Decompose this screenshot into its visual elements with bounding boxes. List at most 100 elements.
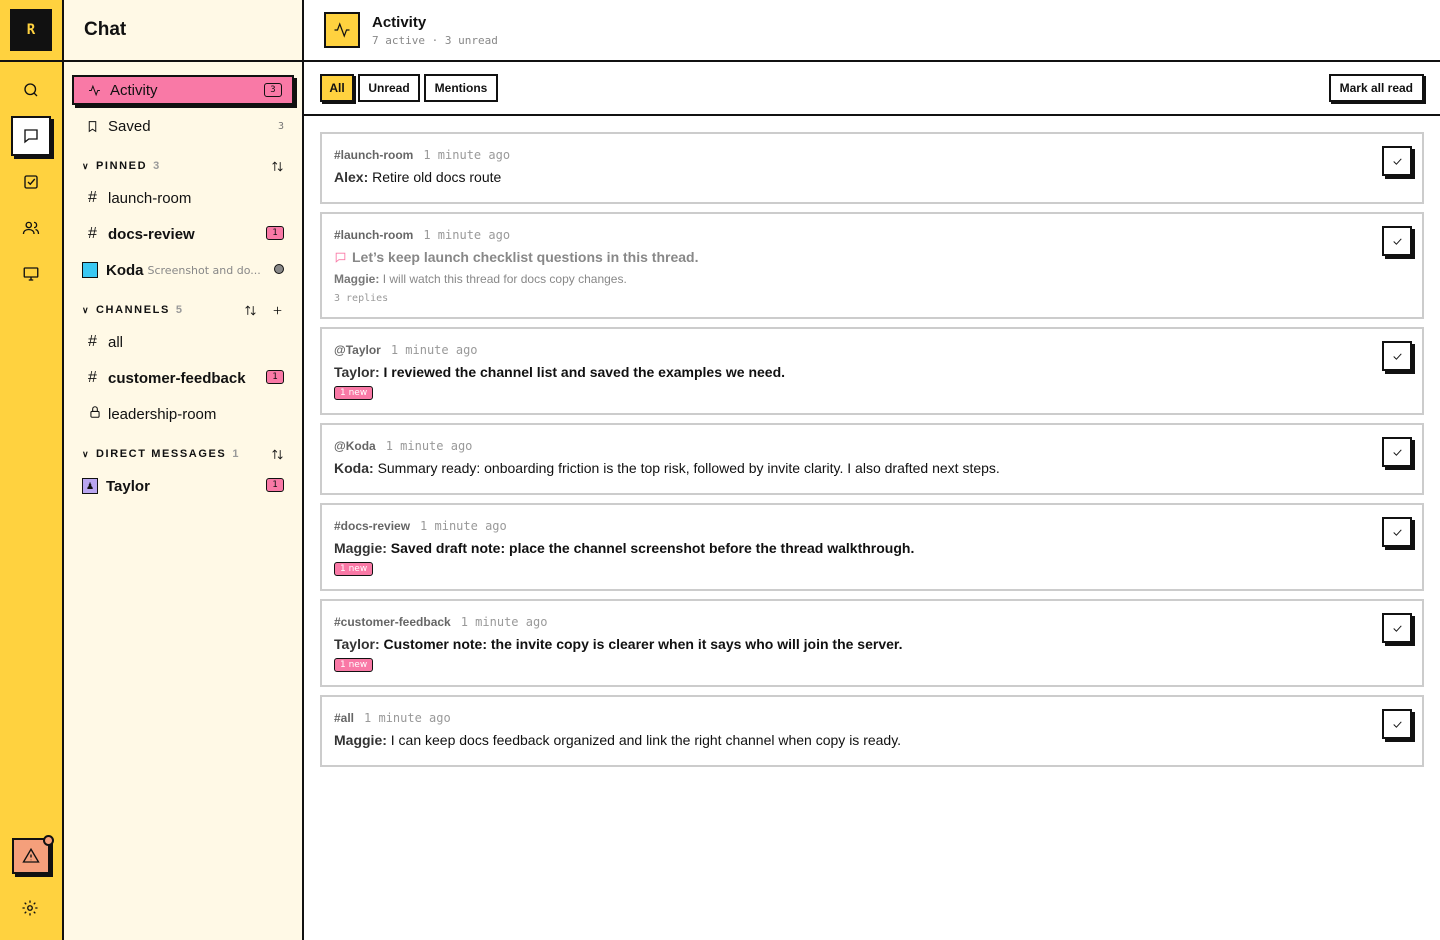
card-source[interactable]: #launch-room <box>334 148 413 162</box>
card-time: 1 minute ago <box>364 711 451 725</box>
check-icon <box>1392 528 1402 536</box>
page-header: Activity 7 active · 3 unread <box>304 0 1440 62</box>
card-time: 1 minute ago <box>460 615 548 629</box>
mark-read-button[interactable] <box>1382 517 1412 547</box>
sidebar-item-koda[interactable]: Koda Screenshot and do... <box>72 255 294 285</box>
sidebar-item-taylor[interactable]: ♟ Taylor 1 <box>72 471 294 501</box>
thread-icon <box>335 252 346 263</box>
sidebar-item-launch-room[interactable]: # launch-room <box>72 183 294 213</box>
reply-count[interactable]: 3 replies <box>334 293 388 304</box>
sidebar-item-label: customer-feedback <box>108 369 246 387</box>
channels-section-header[interactable]: ∨ CHANNELS 5 <box>82 300 294 320</box>
card-source[interactable]: #docs-review <box>334 519 410 533</box>
hash-icon: # <box>88 369 97 386</box>
page-subtitle: 7 active · 3 unread <box>372 33 498 47</box>
chat-sidebar: Chat Activity 3 Saved 3 ∨ PINNED 3 # lau… <box>64 0 304 940</box>
dm-preview: Screenshot and do... <box>147 263 261 277</box>
mark-read-button[interactable] <box>1382 613 1412 643</box>
card-text: Customer note: the invite copy is cleare… <box>383 636 903 652</box>
card-source[interactable]: #all <box>334 711 354 725</box>
card-text: Retire old docs route <box>372 169 502 185</box>
reply-author: Maggie: <box>334 272 380 286</box>
unread-badge: 1 <box>266 370 284 384</box>
lock-icon <box>86 405 108 424</box>
card-source[interactable]: @Koda <box>334 439 376 453</box>
sidebar-item-all[interactable]: # all <box>72 327 294 357</box>
unread-badge: 1 <box>266 226 284 240</box>
card-time: 1 minute ago <box>385 439 473 453</box>
avatar: ♟ <box>82 478 98 494</box>
card-author: Maggie: <box>334 540 387 556</box>
mark-read-button[interactable] <box>1382 437 1412 467</box>
section-label: PINNED <box>96 160 148 172</box>
activity-card[interactable]: #launch-room 1 minute ago Let’s keep lau… <box>320 212 1424 319</box>
dm-section-header[interactable]: ∨ DIRECT MESSAGES 1 <box>82 444 294 464</box>
card-source[interactable]: #customer-feedback <box>334 615 451 629</box>
card-source[interactable]: @Taylor <box>334 343 381 357</box>
chat-icon[interactable] <box>11 116 51 156</box>
check-icon <box>1392 157 1402 165</box>
chevron-down-icon: ∨ <box>82 448 91 459</box>
card-source[interactable]: #launch-room <box>334 228 413 242</box>
card-author: Taylor: <box>334 636 380 652</box>
gear-icon[interactable] <box>21 899 41 919</box>
mark-all-read-button[interactable]: Mark all read <box>1328 74 1424 102</box>
activity-panel: Activity 7 active · 3 unread All Unread … <box>304 0 1440 940</box>
activity-card[interactable]: @Taylor 1 minute ago Taylor: I reviewed … <box>320 327 1424 415</box>
sidebar-item-customer-feedback[interactable]: # customer-feedback 1 <box>72 363 294 393</box>
activity-card[interactable]: #docs-review 1 minute ago Maggie: Saved … <box>320 503 1424 591</box>
sidebar-item-leadership-room[interactable]: leadership-room <box>72 399 294 429</box>
card-text: Saved draft note: place the channel scre… <box>390 540 915 556</box>
activity-card[interactable]: #launch-room 1 minute ago Alex: Retire o… <box>320 132 1424 204</box>
sidebar-header: Chat <box>64 0 302 62</box>
activity-card[interactable]: #customer-feedback 1 minute ago Taylor: … <box>320 599 1424 687</box>
sidebar-item-saved[interactable]: Saved 3 <box>72 111 294 141</box>
card-text: Summary ready: onboarding friction is th… <box>377 460 1000 476</box>
sidebar-item-docs-review[interactable]: # docs-review 1 <box>72 219 294 249</box>
sidebar-item-activity[interactable]: Activity 3 <box>72 75 294 105</box>
monitor-icon[interactable] <box>11 254 51 294</box>
card-time: 1 minute ago <box>423 148 511 162</box>
workspace-logo[interactable]: R <box>10 9 52 51</box>
page-title: Activity <box>372 13 427 31</box>
mark-read-button[interactable] <box>1382 341 1412 371</box>
alert-button[interactable] <box>12 835 54 874</box>
saved-count: 3 <box>277 120 284 132</box>
plus-icon[interactable] <box>271 304 284 317</box>
filter-mentions-button[interactable]: Mentions <box>424 74 498 102</box>
card-author: Alex: <box>334 169 369 185</box>
card-time: 1 minute ago <box>390 343 478 357</box>
thread-title: Let’s keep launch checklist questions in… <box>352 249 699 265</box>
sort-icon[interactable] <box>244 304 257 317</box>
sidebar-item-label: all <box>108 333 124 351</box>
new-badge: 1 new <box>334 562 374 576</box>
filter-all-button[interactable]: All <box>320 74 354 102</box>
hash-icon: # <box>88 225 97 242</box>
notification-dot <box>43 835 54 846</box>
rail-header: R <box>0 0 62 62</box>
sidebar-item-label: launch-room <box>108 189 192 207</box>
sidebar-item-label: Activity <box>110 81 158 99</box>
chevron-down-icon: ∨ <box>82 304 91 315</box>
filter-unread-button[interactable]: Unread <box>358 74 420 102</box>
sort-icon[interactable] <box>271 448 284 461</box>
activity-card[interactable]: #all 1 minute ago Maggie: I can keep doc… <box>320 695 1424 767</box>
people-icon[interactable] <box>11 208 51 248</box>
warning-icon <box>22 847 40 863</box>
tasks-icon[interactable] <box>11 162 51 202</box>
sort-icon[interactable] <box>271 160 284 173</box>
sidebar-item-label: Saved <box>108 117 151 135</box>
reply-text: I will watch this thread for docs copy c… <box>382 272 627 286</box>
section-count: 3 <box>153 160 160 172</box>
activity-card[interactable]: @Koda 1 minute ago Koda: Summary ready: … <box>320 423 1424 495</box>
card-time: 1 minute ago <box>423 228 511 242</box>
status-dot <box>274 264 284 274</box>
mark-read-button[interactable] <box>1382 709 1412 739</box>
search-icon[interactable] <box>11 70 51 110</box>
pinned-section-header[interactable]: ∨ PINNED 3 <box>82 156 294 176</box>
mark-read-button[interactable] <box>1382 146 1412 176</box>
mark-read-button[interactable] <box>1382 226 1412 256</box>
activity-icon <box>88 84 106 97</box>
chevron-down-icon: ∨ <box>82 160 91 171</box>
new-badge: 1 new <box>334 658 374 672</box>
